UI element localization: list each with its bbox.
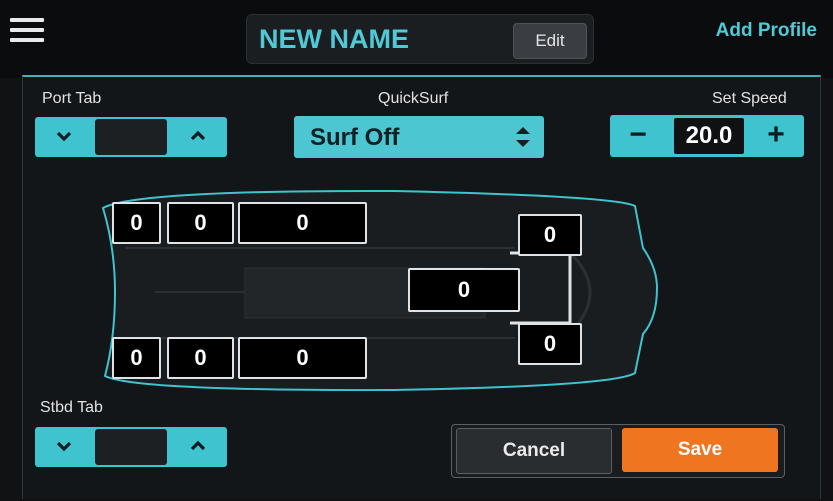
chevron-up-icon — [191, 130, 205, 141]
save-button[interactable]: Save — [622, 428, 778, 472]
stbd-tab-down-button[interactable] — [35, 427, 93, 467]
ballast-stbd-fwd-2[interactable]: 0 — [167, 337, 234, 379]
stbd-tab-value — [95, 429, 167, 465]
port-tab-down-button[interactable] — [35, 117, 93, 157]
chevron-down-icon — [57, 441, 71, 452]
set-speed-control: − 20.0 + — [610, 115, 804, 157]
speed-increase-button[interactable]: + — [748, 115, 804, 157]
port-tab-control — [35, 117, 227, 157]
stbd-tab-up-button[interactable] — [169, 427, 227, 467]
ballast-port-fwd-1[interactable]: 0 — [112, 202, 161, 244]
chevron-up-icon — [191, 440, 205, 451]
ballast-stbd-mid[interactable]: 0 — [238, 337, 367, 379]
chevron-down-icon — [57, 131, 71, 142]
speed-decrease-button[interactable]: − — [610, 115, 666, 157]
up-down-arrows-icon — [516, 127, 530, 147]
quicksurf-label: QuickSurf — [378, 90, 449, 107]
port-tab-value — [95, 119, 167, 155]
set-speed-label: Set Speed — [712, 90, 787, 107]
edit-button[interactable]: Edit — [513, 23, 587, 59]
port-tab-label: Port Tab — [42, 90, 102, 107]
quicksurf-value: Surf Off — [310, 124, 400, 151]
stbd-tab-control — [35, 427, 227, 467]
ballast-port-fwd-2[interactable]: 0 — [167, 202, 234, 244]
ballast-aft-stbd[interactable]: 0 — [518, 323, 582, 365]
port-tab-up-button[interactable] — [169, 117, 227, 157]
ballast-center[interactable]: 0 — [408, 268, 520, 312]
ballast-aft-port[interactable]: 0 — [518, 214, 582, 256]
profile-name: NEW NAME — [259, 24, 409, 54]
ballast-port-mid[interactable]: 0 — [238, 202, 367, 244]
add-profile-button[interactable]: Add Profile — [716, 20, 817, 42]
ballast-stbd-fwd-1[interactable]: 0 — [112, 337, 161, 379]
top-bar: NEW NAME Edit Add Profile — [0, 0, 833, 78]
stbd-tab-label: Stbd Tab — [40, 399, 103, 416]
menu-icon[interactable] — [10, 18, 44, 42]
cancel-button[interactable]: Cancel — [456, 428, 612, 474]
quicksurf-select[interactable]: Surf Off — [294, 116, 544, 158]
speed-value: 20.0 — [674, 118, 744, 154]
profile-name-box: NEW NAME Edit — [246, 14, 594, 64]
